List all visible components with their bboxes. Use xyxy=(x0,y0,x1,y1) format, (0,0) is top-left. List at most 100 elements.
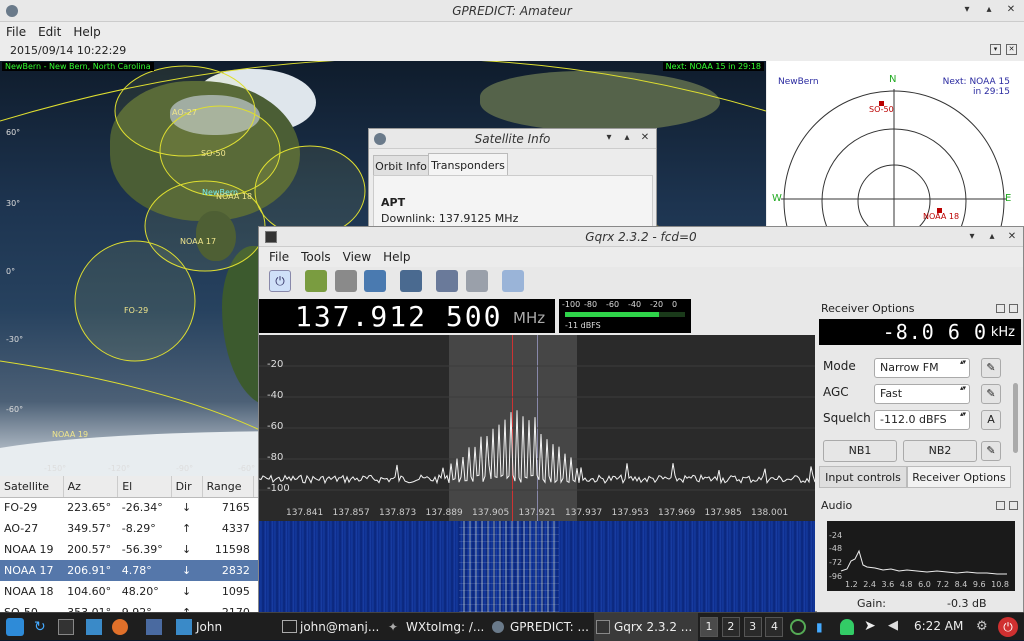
col-dir[interactable]: Dir xyxy=(171,476,203,498)
messenger-icon[interactable] xyxy=(146,619,162,635)
network-icon[interactable] xyxy=(436,270,459,292)
squelch-auto-button[interactable]: A xyxy=(981,410,1001,430)
nb-options-button[interactable]: ✎ xyxy=(981,441,1001,461)
minimize-icon[interactable]: ▾ xyxy=(960,3,974,17)
tools-icon[interactable] xyxy=(465,270,488,292)
menu-file[interactable]: File xyxy=(259,247,295,267)
table-cell: 9.92° xyxy=(118,602,171,612)
settings-icon[interactable]: ⚙ xyxy=(976,619,988,634)
task-john[interactable]: John xyxy=(174,613,274,641)
module-menu-icon[interactable]: ▾ xyxy=(990,44,1001,55)
audio-close-icon[interactable] xyxy=(1009,501,1018,510)
frequency-display[interactable]: 137.912 500 MHz xyxy=(259,299,555,333)
gpredict-titlebar[interactable]: GPREDICT: Amateur ▾ ▴ ✕ xyxy=(0,0,1024,22)
minimize-icon[interactable]: ▾ xyxy=(965,230,979,244)
refresh-icon[interactable]: ↻ xyxy=(34,619,46,635)
power-icon[interactable]: ⏻ xyxy=(269,270,291,292)
maximize-icon[interactable]: ▴ xyxy=(985,230,999,244)
polar-sat-noaa18[interactable]: NOAA 18 xyxy=(923,212,959,221)
squelch-spinbox[interactable]: -112.0 dBFS xyxy=(874,410,970,430)
network-signal-icon[interactable]: ▮ xyxy=(816,620,823,634)
save-icon[interactable] xyxy=(364,270,387,292)
table-row[interactable]: NOAA 19200.57°-56.39°↓11598A xyxy=(0,539,262,560)
device-icon[interactable] xyxy=(304,270,327,292)
float-icon[interactable] xyxy=(996,304,1005,313)
col-az[interactable]: Az xyxy=(63,476,119,498)
terminal-icon[interactable] xyxy=(58,619,74,635)
table-cell: 200.57° xyxy=(67,543,112,556)
table-row[interactable]: AO-27349.57°-8.29°↑4337A xyxy=(0,518,262,539)
task-terminal[interactable]: john@manj... xyxy=(280,613,384,641)
power-button-icon[interactable]: ⏻ xyxy=(998,617,1018,637)
agc-options-button[interactable]: ✎ xyxy=(981,384,1001,404)
ghost-icon[interactable] xyxy=(840,619,854,635)
col-satellite[interactable]: Satellite xyxy=(0,476,64,498)
workspace-2[interactable]: 2 xyxy=(721,617,740,637)
task-label: John xyxy=(196,620,223,634)
sat-label-so50[interactable]: SO-50 xyxy=(201,149,226,158)
offset-display[interactable]: -8.0 6 0 kHz xyxy=(819,319,1021,345)
table-row[interactable]: SO-50353.01°9.92°↑2170L xyxy=(0,602,262,612)
task-wxtoimg[interactable]: ✦ WXtoImg: /... xyxy=(386,613,490,641)
sat-label-noaa18[interactable]: NOAA 18 xyxy=(216,192,252,201)
cursor-icon[interactable]: ➤ xyxy=(864,618,876,634)
start-menu-icon[interactable] xyxy=(6,618,24,636)
browser-icon[interactable] xyxy=(112,619,128,635)
open-folder-icon[interactable] xyxy=(334,270,357,292)
menu-view[interactable]: View xyxy=(337,247,377,267)
nb2-button[interactable]: NB2 xyxy=(903,440,977,462)
sat-label-noaa19[interactable]: NOAA 19 xyxy=(52,430,88,439)
spectrum-x-label: 137.969 xyxy=(658,508,696,518)
close-icon[interactable]: ✕ xyxy=(1005,230,1019,244)
volume-icon[interactable]: ◀ xyxy=(888,618,898,633)
sat-label-ao27[interactable]: AO-27 xyxy=(172,108,197,117)
menu-edit[interactable]: Edit xyxy=(32,22,67,42)
menu-file[interactable]: File xyxy=(0,22,32,42)
tab-orbit-info[interactable]: Orbit Info xyxy=(373,155,429,176)
task-gqrx[interactable]: Gqrx 2.3.2 ... xyxy=(594,613,698,641)
module-close-icon[interactable]: ✕ xyxy=(1006,44,1017,55)
polar-view[interactable]: NewBern Next: NOAA 15 in 29:15 N W E SO-… xyxy=(767,61,1024,226)
mode-select[interactable]: Narrow FM xyxy=(874,358,970,378)
satinfo-titlebar[interactable]: Satellite Info ▾ ▴ ✕ xyxy=(369,129,656,149)
workspace-4[interactable]: 4 xyxy=(765,617,784,637)
clock-label[interactable]: 6:22 AM xyxy=(914,619,963,633)
close-icon[interactable]: ✕ xyxy=(638,131,652,145)
mode-options-button[interactable]: ✎ xyxy=(981,358,1001,378)
audio-spectrum[interactable]: -24 -48 -72 -96 1.2 2.4 3.6 4.8 6.0 7.2 … xyxy=(827,521,1015,591)
tab-receiver-options[interactable]: Receiver Options xyxy=(907,466,1011,488)
task-gpredict[interactable]: GPREDICT: ... xyxy=(490,613,590,641)
panel-scrollbar[interactable] xyxy=(1013,383,1018,453)
polar-sat-so50[interactable]: SO-50 xyxy=(869,105,894,114)
maximize-icon[interactable]: ▴ xyxy=(620,131,634,145)
col-range[interactable]: Range xyxy=(202,476,255,498)
waterfall[interactable] xyxy=(259,521,815,613)
satellite-list[interactable]: Satellite Az El Dir Range FO-29 223.65° -2… xyxy=(0,476,262,612)
tab-transponders[interactable]: Transponders xyxy=(428,153,508,176)
sat-label-noaa17[interactable]: NOAA 17 xyxy=(180,237,216,246)
workspace-1[interactable]: 1 xyxy=(700,617,718,637)
table-row[interactable]: FO-29223.65°-26.34°↓7165A xyxy=(0,497,262,518)
close-icon[interactable]: ✕ xyxy=(1004,3,1018,17)
minimize-icon[interactable]: ▾ xyxy=(602,131,616,145)
menu-help[interactable]: Help xyxy=(377,247,416,267)
menu-tools[interactable]: Tools xyxy=(295,247,337,267)
col-el[interactable]: El xyxy=(117,476,172,498)
sat-label-fo29[interactable]: FO-29 xyxy=(124,306,148,315)
update-icon[interactable] xyxy=(790,619,806,635)
panel-close-icon[interactable] xyxy=(1009,304,1018,313)
audio-float-icon[interactable] xyxy=(996,501,1005,510)
workspace-3[interactable]: 3 xyxy=(743,617,762,637)
tab-input-controls[interactable]: Input controls xyxy=(819,466,907,488)
agc-select[interactable]: Fast xyxy=(874,384,970,404)
nb1-button[interactable]: NB1 xyxy=(823,440,897,462)
screenshot-icon[interactable] xyxy=(400,270,423,292)
home-folder-icon[interactable] xyxy=(86,619,102,635)
table-row[interactable]: NOAA 18104.60°48.20°↓1095L xyxy=(0,581,262,602)
maximize-icon[interactable]: ▴ xyxy=(982,3,996,17)
menu-help[interactable]: Help xyxy=(67,22,106,42)
table-row[interactable]: NOAA 17206.91°4.78°↓2832L xyxy=(0,560,262,581)
fullscreen-icon[interactable] xyxy=(501,270,524,292)
gqrx-titlebar[interactable]: Gqrx 2.3.2 - fcd=0 ▾ ▴ ✕ xyxy=(259,227,1023,247)
spectrum-plot[interactable]: -20 -40 -60 -80 -100 137.841 137.857 137.873 13… xyxy=(259,335,815,521)
